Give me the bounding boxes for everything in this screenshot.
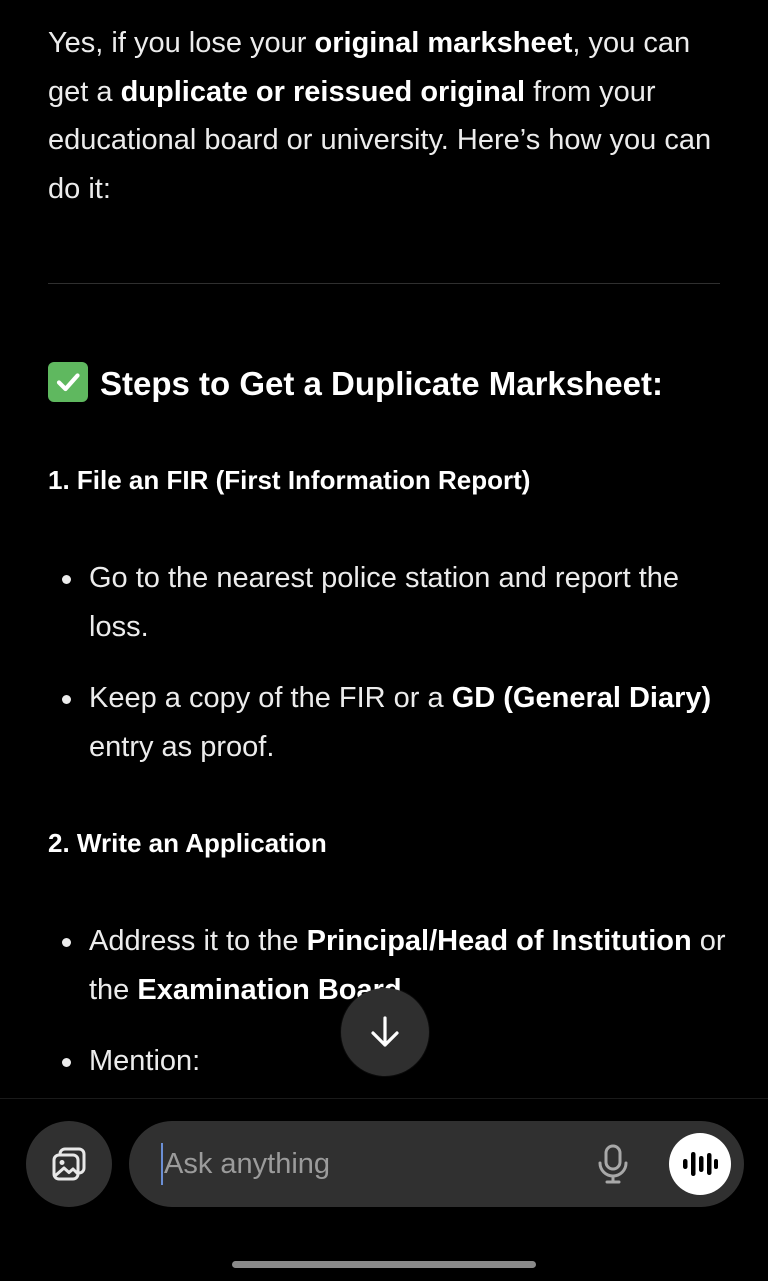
divider (48, 283, 720, 284)
section-heading-text: Steps to Get a Duplicate Marksheet: (100, 365, 663, 402)
list-item-text: Address it to the (89, 925, 307, 957)
home-indicator (232, 1261, 536, 1268)
step-title: 2. Write an Application (48, 828, 327, 858)
list-item-text: Mention: (89, 1045, 201, 1077)
arrow-down-icon (371, 1016, 399, 1047)
intro-paragraph: Yes, if you lose your original marksheet… (48, 19, 720, 213)
list-item: Go to the nearest police station and rep… (62, 554, 729, 651)
voice-waveform-icon (683, 1152, 718, 1176)
voice-mode-button[interactable] (669, 1133, 731, 1195)
intro-bold: duplicate or reissued original (120, 75, 526, 108)
list-item-bold: Principal/Head of Institution (306, 925, 692, 957)
microphone-icon[interactable] (593, 1143, 633, 1185)
prompt-placeholder: Ask anything (164, 1148, 331, 1180)
intro-bold: original marksheet (314, 27, 573, 59)
intro-text: Yes, if you lose your (48, 27, 315, 59)
list-item-text: entry as proof. (89, 730, 275, 763)
scroll-to-bottom-button[interactable] (341, 988, 429, 1076)
list-item-text: Go to the nearest police station and rep… (89, 562, 680, 643)
list-item-bold: GD (General Diary) (451, 682, 712, 714)
image-attach-icon (52, 1147, 86, 1181)
list-item: Keep a copy of the FIR or a GD (General … (62, 674, 729, 771)
check-mark-icon (48, 362, 88, 402)
text-cursor (161, 1143, 163, 1185)
section-heading: Steps to Get a Duplicate Marksheet: (48, 362, 728, 406)
attach-image-button[interactable] (26, 1121, 112, 1207)
prompt-input[interactable]: Ask anything (129, 1121, 744, 1207)
step-title: 1. File an FIR (First Information Report… (48, 465, 531, 495)
list-item-text: Keep a copy of the FIR or a (89, 682, 452, 714)
